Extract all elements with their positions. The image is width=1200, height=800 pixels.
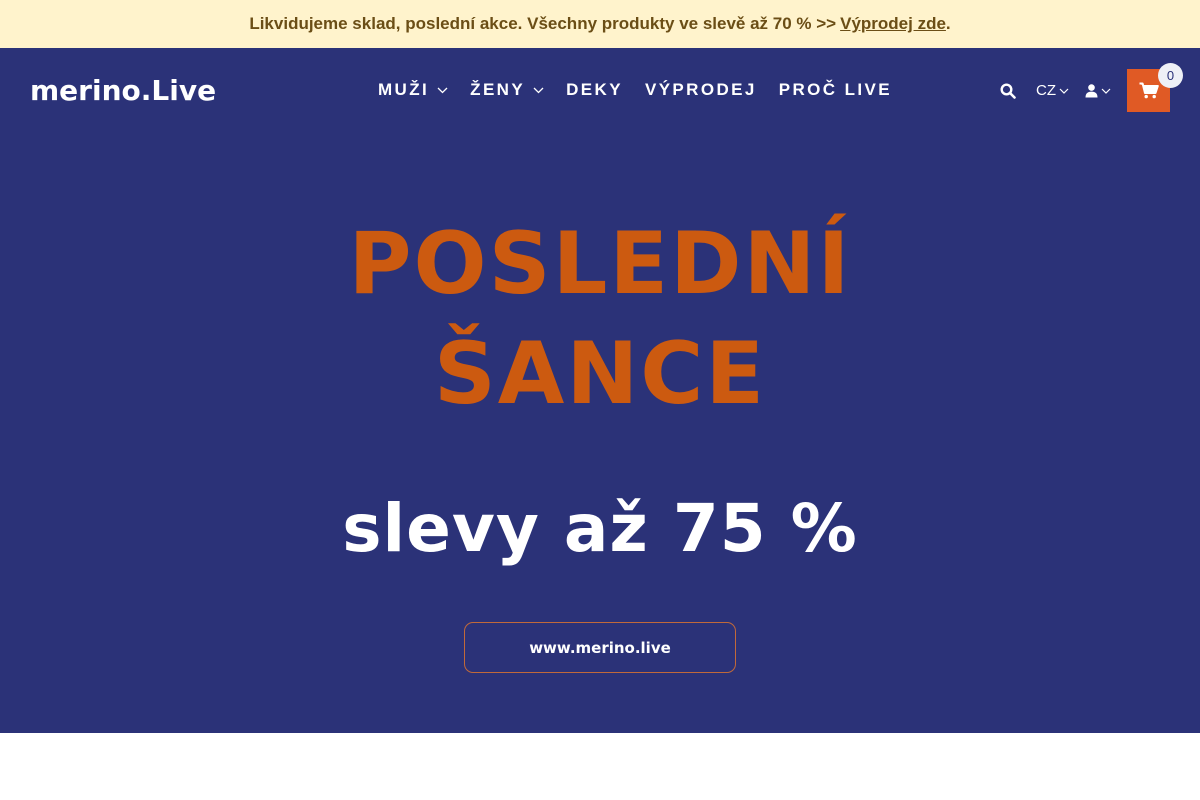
nav-label-zeny: ŽENY [470, 80, 526, 99]
nav-label-proc-live: PROČ LIVE [778, 80, 892, 99]
language-selector[interactable]: CZ [1036, 82, 1069, 99]
main-nav: MUŽI ŽENY DEKY VÝPRODEJ PROČ LIVE [378, 78, 892, 102]
nav-label-muzi: MUŽI [378, 80, 430, 99]
nav-label-vyprodej: VÝPRODEJ [644, 80, 757, 99]
announcement-suffix: . [945, 14, 951, 33]
site-header: merino.Live MUŽI ŽENY DEKY VÝPRODEJ PROČ… [0, 48, 1200, 132]
hero-title-line1: POSLEDNÍ [348, 214, 852, 314]
cart-button[interactable]: 0 [1127, 63, 1183, 112]
nav-item-vyprodej[interactable]: VÝPRODEJ [645, 80, 757, 100]
nav-item-zeny[interactable]: ŽENY [470, 80, 544, 100]
hero-cta-button[interactable]: www.merino.live [464, 622, 736, 673]
nav-label-deky: DEKY [566, 80, 623, 99]
account-menu[interactable] [1085, 83, 1111, 98]
search-button[interactable] [1000, 82, 1016, 99]
announcement-text: Likvidujeme sklad, poslední akce. Všechn… [249, 14, 837, 33]
content-area [0, 733, 1200, 800]
sale-link[interactable]: Výprodej zde [840, 14, 946, 34]
search-icon [1000, 82, 1016, 99]
cart-icon [1139, 82, 1159, 99]
nav-item-deky[interactable]: DEKY [566, 80, 623, 100]
user-icon [1085, 83, 1098, 97]
header-tools: CZ 0 [1000, 63, 1183, 112]
chevron-down-icon [1101, 88, 1111, 94]
chevron-down-icon [437, 87, 448, 93]
hero-title-line2: ŠANCE [433, 324, 767, 424]
logo-text: merino.Live [30, 74, 216, 107]
cart-count-badge: 0 [1158, 63, 1183, 88]
chevron-down-icon [1059, 88, 1069, 94]
announcement-bar: Likvidujeme sklad, poslední akce. Všechn… [0, 0, 1200, 48]
hero-banner[interactable]: POSLEDNÍ ŠANCE slevy až 75 % www.merino.… [0, 132, 1200, 733]
hero-subtitle: slevy až 75 % [342, 490, 858, 567]
nav-item-proc-live[interactable]: PROČ LIVE [779, 80, 892, 100]
chevron-down-icon [533, 87, 544, 93]
language-label: CZ [1036, 82, 1056, 99]
nav-item-muzi[interactable]: MUŽI [378, 80, 448, 100]
merino-live-logo[interactable]: merino.Live [30, 67, 242, 113]
